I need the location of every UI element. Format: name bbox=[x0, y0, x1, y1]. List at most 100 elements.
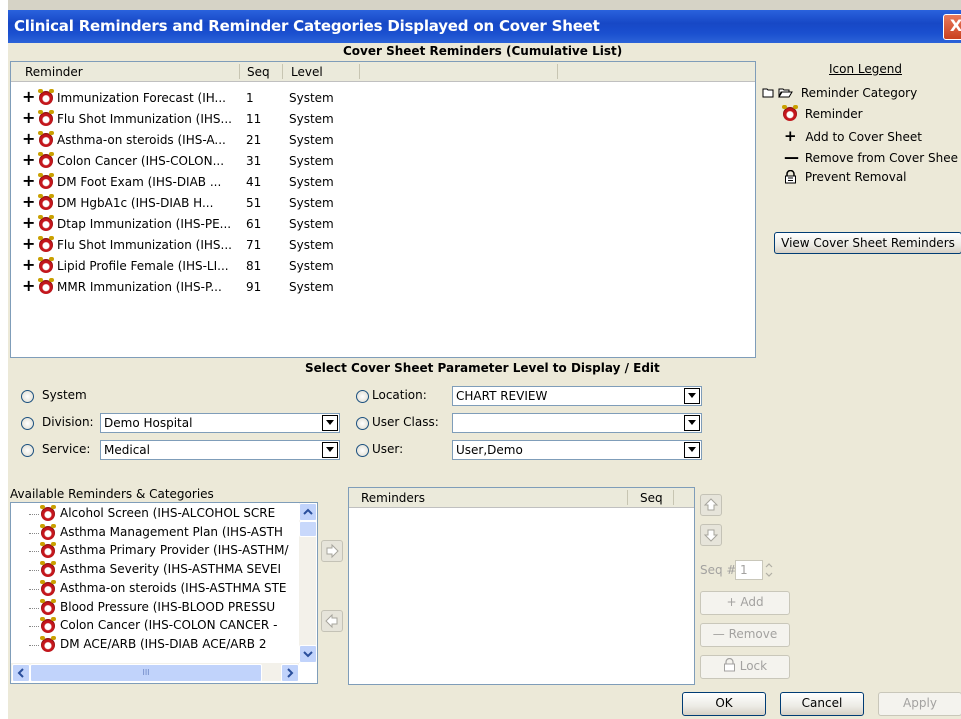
reminder-level: System bbox=[289, 154, 334, 168]
list-item[interactable]: Asthma Severity (IHS-ASTHMA SEVEI bbox=[11, 561, 299, 579]
plus-icon[interactable]: + bbox=[22, 257, 35, 273]
list-item[interactable]: Alcohol Screen (IHS-ALCOHOL SCRE bbox=[11, 505, 299, 523]
table-row[interactable]: + Dtap Immunization (IHS-PE... 61 System bbox=[11, 214, 755, 235]
remove-button[interactable]: — Remove bbox=[700, 623, 790, 647]
reminder-clock-icon bbox=[40, 542, 56, 559]
list-item[interactable]: Asthma Management Plan (IHS-ASTH bbox=[11, 523, 299, 542]
chevron-down-icon[interactable] bbox=[322, 442, 338, 458]
plus-icon[interactable]: + bbox=[22, 194, 35, 210]
available-hscrollbar[interactable]: III bbox=[11, 663, 299, 682]
list-item[interactable]: Asthma-on steroids (IHS-ASTHMA STE bbox=[11, 579, 299, 598]
reminder-clock-icon bbox=[38, 278, 54, 294]
table-row[interactable]: + Flu Shot Immunization (IHS... 71 System bbox=[11, 235, 755, 256]
table-row[interactable]: + DM Foot Exam (IHS-DIAB ... 41 System bbox=[11, 172, 755, 193]
tree-connector bbox=[29, 514, 39, 515]
table-row[interactable]: + Immunization Forecast (IH... 1 System bbox=[11, 88, 755, 109]
radio-system[interactable] bbox=[21, 390, 34, 403]
move-down-button[interactable] bbox=[700, 524, 722, 546]
apply-button[interactable]: Apply bbox=[878, 692, 961, 716]
available-vscrollbar[interactable] bbox=[299, 503, 317, 663]
service-label: Service: bbox=[42, 442, 91, 456]
cancel-button[interactable]: Cancel bbox=[780, 692, 864, 716]
reminder-level: System bbox=[289, 112, 334, 126]
plus-icon[interactable]: + bbox=[22, 152, 35, 168]
list-item[interactable]: Asthma Primary Provider (IHS-ASTHM/ bbox=[11, 542, 299, 560]
title-bar[interactable]: Clinical Reminders and Reminder Categori… bbox=[8, 10, 961, 43]
chevron-down-icon[interactable] bbox=[322, 415, 338, 431]
reminder-seq: 71 bbox=[246, 238, 262, 252]
seq-label: Seq # bbox=[700, 563, 737, 577]
chevron-down-icon[interactable] bbox=[684, 415, 700, 431]
scroll-left-icon[interactable] bbox=[12, 664, 30, 682]
hscroll-thumb[interactable]: III bbox=[30, 664, 262, 682]
user-label: User: bbox=[372, 442, 404, 456]
list-item[interactable]: DM ACE/ARB (IHS-DIAB ACE/ARB 2 bbox=[11, 635, 299, 654]
reminder-name: Dtap Immunization (IHS-PE... bbox=[57, 217, 232, 231]
column-reminder[interactable]: Reminder bbox=[25, 65, 83, 79]
move-up-button[interactable] bbox=[700, 494, 722, 516]
table-row[interactable]: + DM HgbA1c (IHS-DIAB H... 51 System bbox=[11, 193, 755, 214]
reminder-clock-icon bbox=[40, 579, 56, 596]
selected-reminders-list[interactable]: Reminders Seq bbox=[348, 487, 695, 685]
list-item[interactable]: Colon Cancer (IHS-COLON CANCER - bbox=[11, 617, 299, 635]
table-row[interactable]: + Colon Cancer (IHS-COLON... 31 System bbox=[11, 151, 755, 172]
scroll-down-icon[interactable] bbox=[299, 645, 317, 663]
reminder-level: System bbox=[289, 133, 334, 147]
list-item[interactable]: Blood Pressure (IHS-BLOOD PRESSU bbox=[11, 598, 299, 617]
division-combo[interactable]: Demo Hospital bbox=[100, 413, 340, 433]
reminder-name: Colon Cancer (IHS-COLON... bbox=[57, 154, 225, 168]
plus-icon[interactable]: + bbox=[22, 131, 35, 147]
legend-reminder: Reminder bbox=[782, 105, 863, 121]
column-level[interactable]: Level bbox=[291, 65, 323, 79]
reminder-clock-icon bbox=[40, 523, 56, 540]
radio-location[interactable] bbox=[356, 390, 369, 403]
service-value: Medical bbox=[104, 443, 150, 457]
plus-icon[interactable]: + bbox=[22, 236, 35, 252]
seq-input[interactable]: 1 bbox=[735, 560, 763, 580]
radio-user[interactable] bbox=[356, 444, 369, 457]
table-row[interactable]: + MMR Immunization (IHS-P... 91 System bbox=[11, 277, 755, 298]
user-combo[interactable]: User,Demo bbox=[452, 440, 702, 460]
plus-icon[interactable]: + bbox=[22, 173, 35, 189]
move-right-button[interactable] bbox=[321, 540, 343, 562]
plus-icon[interactable]: + bbox=[22, 110, 35, 126]
column-seq[interactable]: Seq bbox=[247, 65, 270, 79]
column-seq-selected[interactable]: Seq bbox=[640, 491, 663, 505]
lock-button[interactable]: Lock bbox=[700, 655, 790, 679]
user-class-combo[interactable] bbox=[452, 413, 702, 433]
table-row[interactable]: + Flu Shot Immunization (IHS... 11 System bbox=[11, 109, 755, 130]
table-row[interactable]: + Lipid Profile Female (IHS-LI... 81 System bbox=[11, 256, 755, 277]
close-button[interactable]: X bbox=[943, 14, 961, 40]
cover-sheet-list[interactable]: Reminder Seq Level + Immunization Forecas… bbox=[10, 61, 756, 358]
available-item-label: Asthma-on steroids (IHS-ASTHMA STE bbox=[60, 580, 287, 595]
radio-service[interactable] bbox=[21, 444, 34, 457]
move-left-button[interactable] bbox=[321, 610, 343, 632]
reminder-level: System bbox=[289, 175, 334, 189]
reminder-clock-icon bbox=[38, 257, 54, 273]
location-combo[interactable]: CHART REVIEW bbox=[452, 386, 702, 406]
chevron-down-icon[interactable] bbox=[684, 388, 700, 404]
plus-icon[interactable]: + bbox=[22, 278, 35, 294]
legend-prevent: Prevent Removal bbox=[784, 169, 907, 184]
plus-icon[interactable]: + bbox=[22, 89, 35, 105]
radio-division[interactable] bbox=[21, 417, 34, 430]
chevron-down-icon[interactable] bbox=[684, 442, 700, 458]
plus-icon[interactable]: + bbox=[22, 215, 35, 231]
scroll-up-icon[interactable] bbox=[299, 503, 317, 521]
reminder-seq: 11 bbox=[246, 112, 262, 126]
scroll-right-icon[interactable] bbox=[281, 664, 299, 682]
add-button[interactable]: + Add bbox=[700, 591, 790, 615]
column-reminders[interactable]: Reminders bbox=[361, 491, 425, 505]
scroll-thumb[interactable] bbox=[299, 521, 317, 537]
view-cover-sheet-reminders-button[interactable]: View Cover Sheet Reminders bbox=[774, 232, 961, 254]
available-heading: Available Reminders & Categories bbox=[10, 487, 214, 501]
radio-user-class[interactable] bbox=[356, 417, 369, 430]
window-title: Clinical Reminders and Reminder Categori… bbox=[14, 17, 600, 35]
available-tree[interactable]: Alcohol Screen (IHS-ALCOHOL SCRE Asthma M… bbox=[10, 502, 318, 684]
ok-button[interactable]: OK bbox=[682, 692, 766, 716]
table-row[interactable]: + Asthma-on steroids (IHS-A... 21 System bbox=[11, 130, 755, 151]
reminder-level: System bbox=[289, 280, 334, 294]
service-combo[interactable]: Medical bbox=[100, 440, 340, 460]
legend-add: + Add to Cover Sheet bbox=[784, 127, 922, 145]
seq-spinner[interactable] bbox=[763, 560, 775, 580]
